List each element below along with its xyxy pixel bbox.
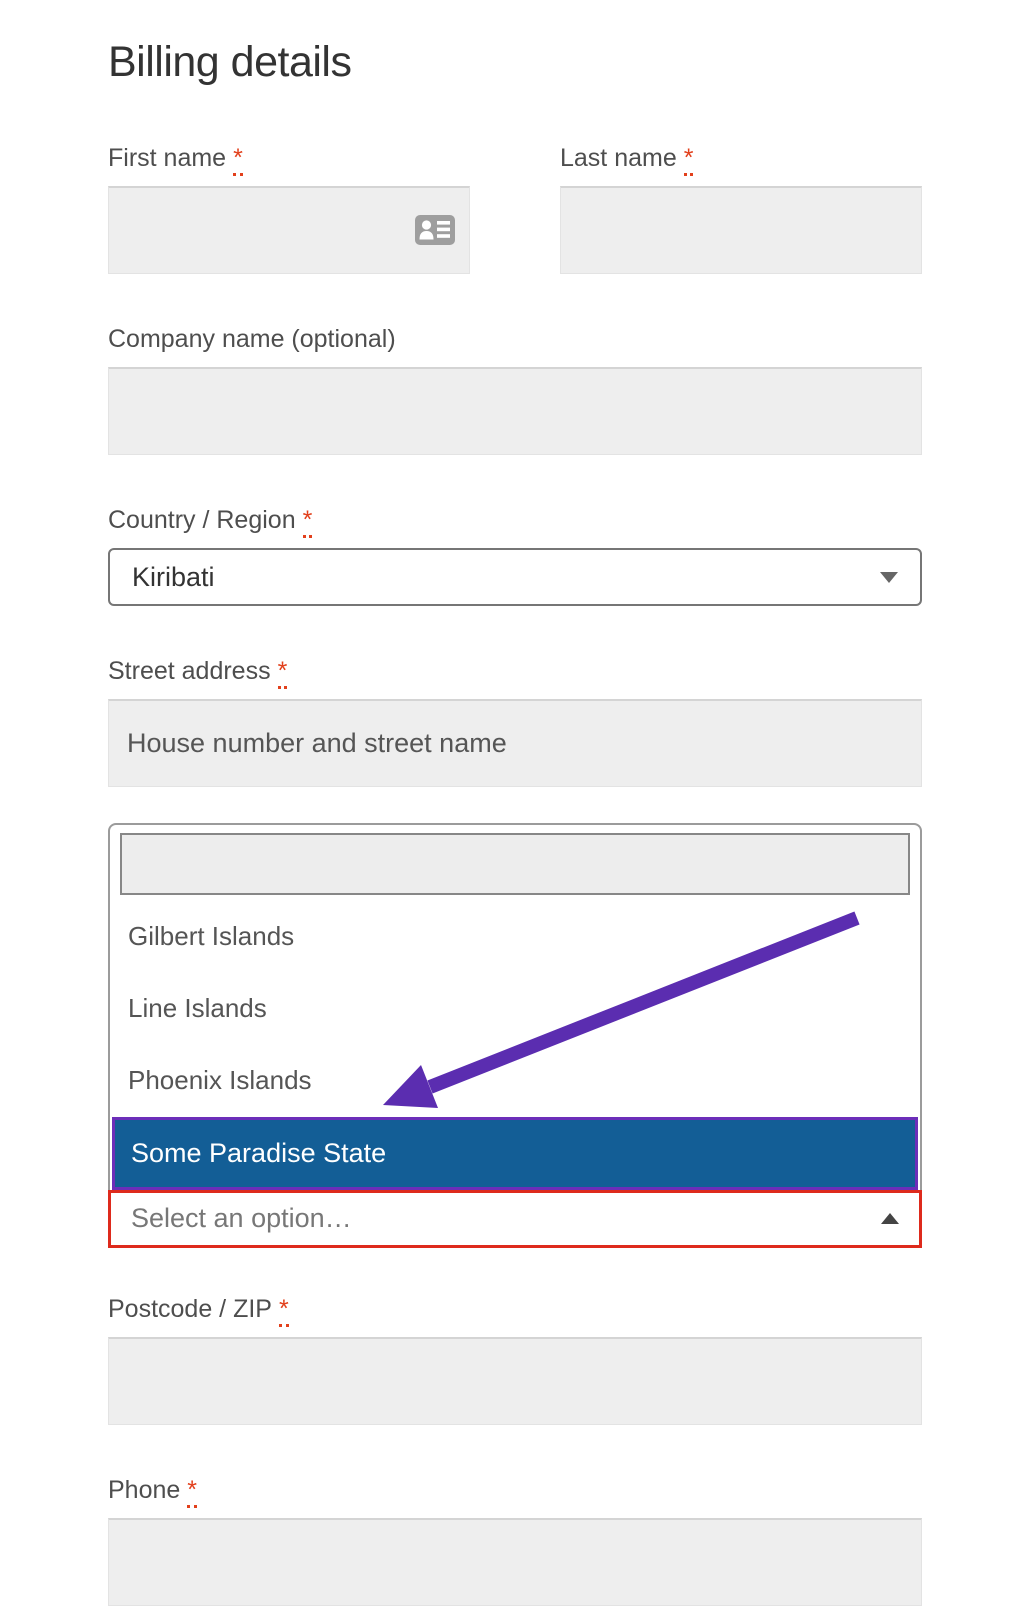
state-search-input[interactable]	[120, 833, 910, 895]
required-asterisk: *	[278, 1294, 289, 1327]
billing-form: Billing details First name* Last name*	[0, 0, 1030, 1606]
state-select-placeholder: Select an option…	[131, 1203, 352, 1234]
postcode-input[interactable]	[108, 1336, 922, 1425]
last-name-group: Last name *	[560, 143, 922, 274]
postcode-label: Postcode / ZIP *	[108, 1294, 922, 1327]
company-input[interactable]	[108, 367, 922, 455]
street-address-group: Street address *	[108, 656, 922, 787]
phone-input[interactable]	[108, 1517, 922, 1606]
country-group: Country / Region * Kiribati	[108, 505, 922, 606]
company-label: Company name (optional)	[108, 325, 396, 353]
company-group: Company name (optional)	[108, 324, 922, 455]
last-name-input[interactable]	[560, 186, 922, 274]
phone-group: Phone *	[108, 1475, 922, 1606]
state-dropdown-panel: Gilbert Islands Line Islands Phoenix Isl…	[108, 823, 922, 1190]
state-select-control[interactable]: Select an option…	[108, 1189, 922, 1248]
required-asterisk: *	[683, 144, 694, 176]
state-option[interactable]: Phoenix Islands	[110, 1045, 920, 1117]
name-row: First name * Last name *	[108, 143, 922, 274]
country-select-value: Kiribati	[132, 561, 215, 592]
street-address-label: Street address *	[108, 656, 922, 689]
required-asterisk: *	[233, 144, 243, 176]
country-label: Country / Region *	[108, 505, 922, 538]
street-address-input[interactable]	[108, 699, 922, 787]
required-asterisk: *	[187, 1475, 198, 1508]
state-option[interactable]: Gilbert Islands	[110, 901, 920, 973]
required-asterisk: *	[302, 506, 313, 538]
required-asterisk: *	[277, 657, 288, 689]
postcode-group: Postcode / ZIP *	[108, 1294, 922, 1425]
phone-label: Phone *	[108, 1475, 922, 1508]
last-name-label: Last name *	[560, 143, 922, 176]
chevron-down-icon	[880, 571, 898, 583]
state-option-highlighted[interactable]: Some Paradise State	[112, 1116, 918, 1190]
country-select[interactable]: Kiribati	[108, 548, 922, 606]
first-name-label: First name *	[108, 143, 470, 176]
first-name-group: First name *	[108, 143, 470, 274]
page-title: Billing details	[108, 38, 352, 86]
contact-card-icon[interactable]	[414, 214, 456, 246]
state-option[interactable]: Line Islands	[110, 973, 920, 1045]
chevron-up-icon	[881, 1213, 899, 1225]
